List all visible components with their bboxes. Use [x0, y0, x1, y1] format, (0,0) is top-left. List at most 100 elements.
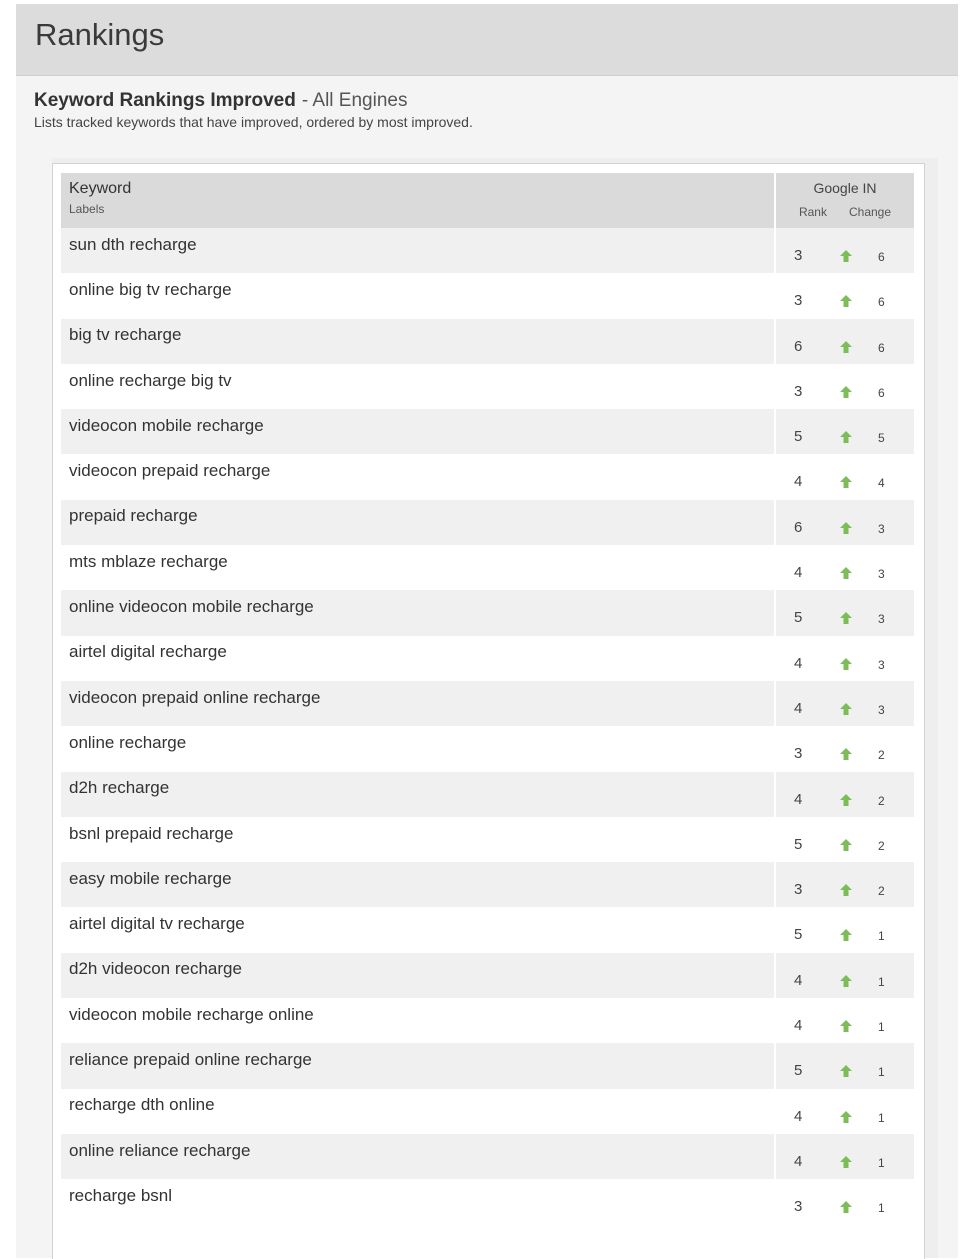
keyword-cell[interactable]: online big tv recharge [61, 273, 776, 319]
keyword-cell[interactable]: airtel digital recharge [61, 635, 776, 681]
rank-value: 4 [794, 699, 803, 717]
keyword-cell[interactable]: videocon prepaid recharge [61, 454, 776, 500]
keyword-text[interactable]: easy mobile recharge [69, 869, 232, 888]
rank-value: 4 [794, 790, 803, 808]
keyword-cell[interactable]: recharge bsnl [61, 1179, 776, 1225]
arrow-up-icon [840, 748, 852, 761]
table-row[interactable]: videocon mobile recharge online 4 1 [61, 998, 914, 1044]
rank-value: 3 [794, 1198, 803, 1216]
keyword-cell[interactable]: mts mblaze recharge [61, 545, 776, 591]
table-row[interactable]: reliance prepaid online recharge 5 1 [61, 1043, 914, 1089]
table-row[interactable]: sun dth recharge 3 6 [61, 228, 914, 274]
keyword-cell[interactable]: airtel digital tv recharge [61, 907, 776, 953]
keyword-text[interactable]: recharge dth online [69, 1095, 215, 1114]
keyword-text[interactable]: online recharge [69, 733, 186, 752]
table-row[interactable]: recharge bsnl 3 1 [61, 1179, 914, 1225]
keyword-cell[interactable]: bsnl prepaid recharge [61, 816, 776, 863]
table-row[interactable]: bsnl prepaid recharge 5 2 [61, 816, 914, 863]
rank-value: 3 [794, 247, 803, 264]
keyword-text[interactable]: online videocon mobile recharge [69, 597, 314, 616]
keyword-cell[interactable]: online recharge big tv [61, 363, 776, 410]
change-column-header[interactable]: Change [849, 205, 891, 219]
change-value: 5 [878, 431, 885, 446]
keyword-cell[interactable]: d2h videocon recharge [61, 952, 776, 999]
keyword-text[interactable]: airtel digital tv recharge [69, 914, 245, 933]
table-row[interactable]: big tv recharge 6 6 [61, 318, 914, 364]
table-row[interactable]: mts mblaze recharge 4 3 [61, 545, 914, 591]
arrow-up-icon [840, 1065, 852, 1078]
table-row[interactable]: recharge dth online 4 1 [61, 1088, 914, 1134]
page-title: Rankings [35, 17, 165, 52]
rank-value: 4 [794, 564, 803, 582]
keyword-cell[interactable]: big tv recharge [61, 318, 776, 364]
report-description: Lists tracked keywords that have improve… [34, 114, 473, 130]
keyword-text[interactable]: big tv recharge [69, 325, 181, 344]
keyword-text[interactable]: reliance prepaid online recharge [69, 1050, 312, 1069]
keyword-text[interactable]: online recharge big tv [69, 371, 232, 390]
change-value: 4 [878, 476, 885, 491]
keyword-cell[interactable]: d2h recharge [61, 771, 776, 817]
keyword-cell[interactable]: recharge dth online [61, 1088, 776, 1134]
keyword-text[interactable]: online big tv recharge [69, 280, 232, 299]
keyword-cell[interactable]: videocon mobile recharge [61, 409, 776, 455]
table-row[interactable]: online big tv recharge 3 6 [61, 273, 914, 319]
rank-value: 5 [794, 609, 803, 627]
keyword-text[interactable]: online reliance recharge [69, 1141, 250, 1160]
table-row[interactable]: prepaid recharge 6 3 [61, 499, 914, 546]
report-subtitle: - All Engines [301, 90, 408, 111]
keyword-cell[interactable]: sun dth recharge [61, 228, 776, 274]
table-row[interactable]: d2h recharge 4 2 [61, 771, 914, 817]
table-row[interactable]: online reliance recharge 4 1 [61, 1133, 914, 1180]
table-row[interactable]: easy mobile recharge 3 2 [61, 862, 914, 908]
rank-change-cell: 31 [775, 1179, 914, 1225]
rank-value: 4 [794, 1107, 803, 1125]
rank-value: 6 [794, 518, 803, 536]
change-value: 1 [878, 1155, 885, 1170]
keyword-cell[interactable]: easy mobile recharge [61, 862, 776, 908]
table-row[interactable]: videocon prepaid online recharge 4 3 [61, 680, 914, 727]
keyword-text[interactable]: d2h videocon recharge [69, 959, 242, 978]
table-row[interactable]: videocon mobile recharge 5 5 [61, 409, 914, 455]
arrow-up-icon [840, 838, 852, 851]
keyword-text[interactable]: videocon prepaid online recharge [69, 688, 320, 707]
rank-change-cell: 41 [775, 952, 914, 999]
keyword-text[interactable]: d2h recharge [69, 778, 169, 797]
rank-change-cell: 36 [775, 228, 914, 274]
table-row[interactable]: videocon prepaid recharge 4 4 [61, 454, 914, 500]
keyword-text[interactable]: sun dth recharge [69, 235, 197, 254]
table-row[interactable]: airtel digital recharge 4 3 [61, 635, 914, 681]
table-row[interactable]: online recharge big tv 3 6 [61, 363, 914, 410]
keyword-cell[interactable]: reliance prepaid online recharge [61, 1043, 776, 1089]
keyword-column-header[interactable]: Keyword Labels [61, 173, 776, 228]
rank-change-cell: 52 [775, 816, 914, 863]
keyword-cell[interactable]: online reliance recharge [61, 1133, 776, 1180]
keyword-text[interactable]: bsnl prepaid recharge [69, 824, 233, 843]
keyword-text[interactable]: recharge bsnl [69, 1186, 172, 1205]
rank-value: 4 [794, 654, 803, 672]
keyword-cell[interactable]: videocon mobile recharge online [61, 998, 776, 1044]
keyword-text[interactable]: videocon prepaid recharge [69, 461, 270, 480]
change-value: 1 [878, 1020, 885, 1035]
keyword-text[interactable]: prepaid recharge [69, 506, 198, 525]
rank-value: 4 [794, 1152, 803, 1170]
arrow-up-icon [840, 521, 852, 534]
table-row[interactable]: airtel digital tv recharge 5 1 [61, 907, 914, 953]
rank-column-header[interactable]: Rank [799, 205, 827, 219]
keyword-cell[interactable]: online recharge [61, 726, 776, 772]
keyword-text[interactable]: airtel digital recharge [69, 642, 227, 661]
arrow-up-icon [840, 793, 852, 806]
keyword-cell[interactable]: videocon prepaid online recharge [61, 680, 776, 727]
keyword-text[interactable]: mts mblaze recharge [69, 552, 228, 571]
keyword-text[interactable]: videocon mobile recharge online [69, 1005, 314, 1024]
rank-change-cell: 51 [775, 907, 914, 953]
keyword-text[interactable]: videocon mobile recharge [69, 416, 264, 435]
change-value: 1 [878, 929, 885, 944]
table-row[interactable]: online recharge 3 2 [61, 726, 914, 772]
rank-change-cell: 66 [775, 318, 914, 364]
rank-change-cell: 36 [775, 273, 914, 319]
table-row[interactable]: d2h videocon recharge 4 1 [61, 952, 914, 999]
keyword-cell[interactable]: online videocon mobile recharge [61, 590, 776, 636]
change-value: 3 [878, 612, 885, 627]
keyword-cell[interactable]: prepaid recharge [61, 499, 776, 546]
table-row[interactable]: online videocon mobile recharge 5 3 [61, 590, 914, 636]
